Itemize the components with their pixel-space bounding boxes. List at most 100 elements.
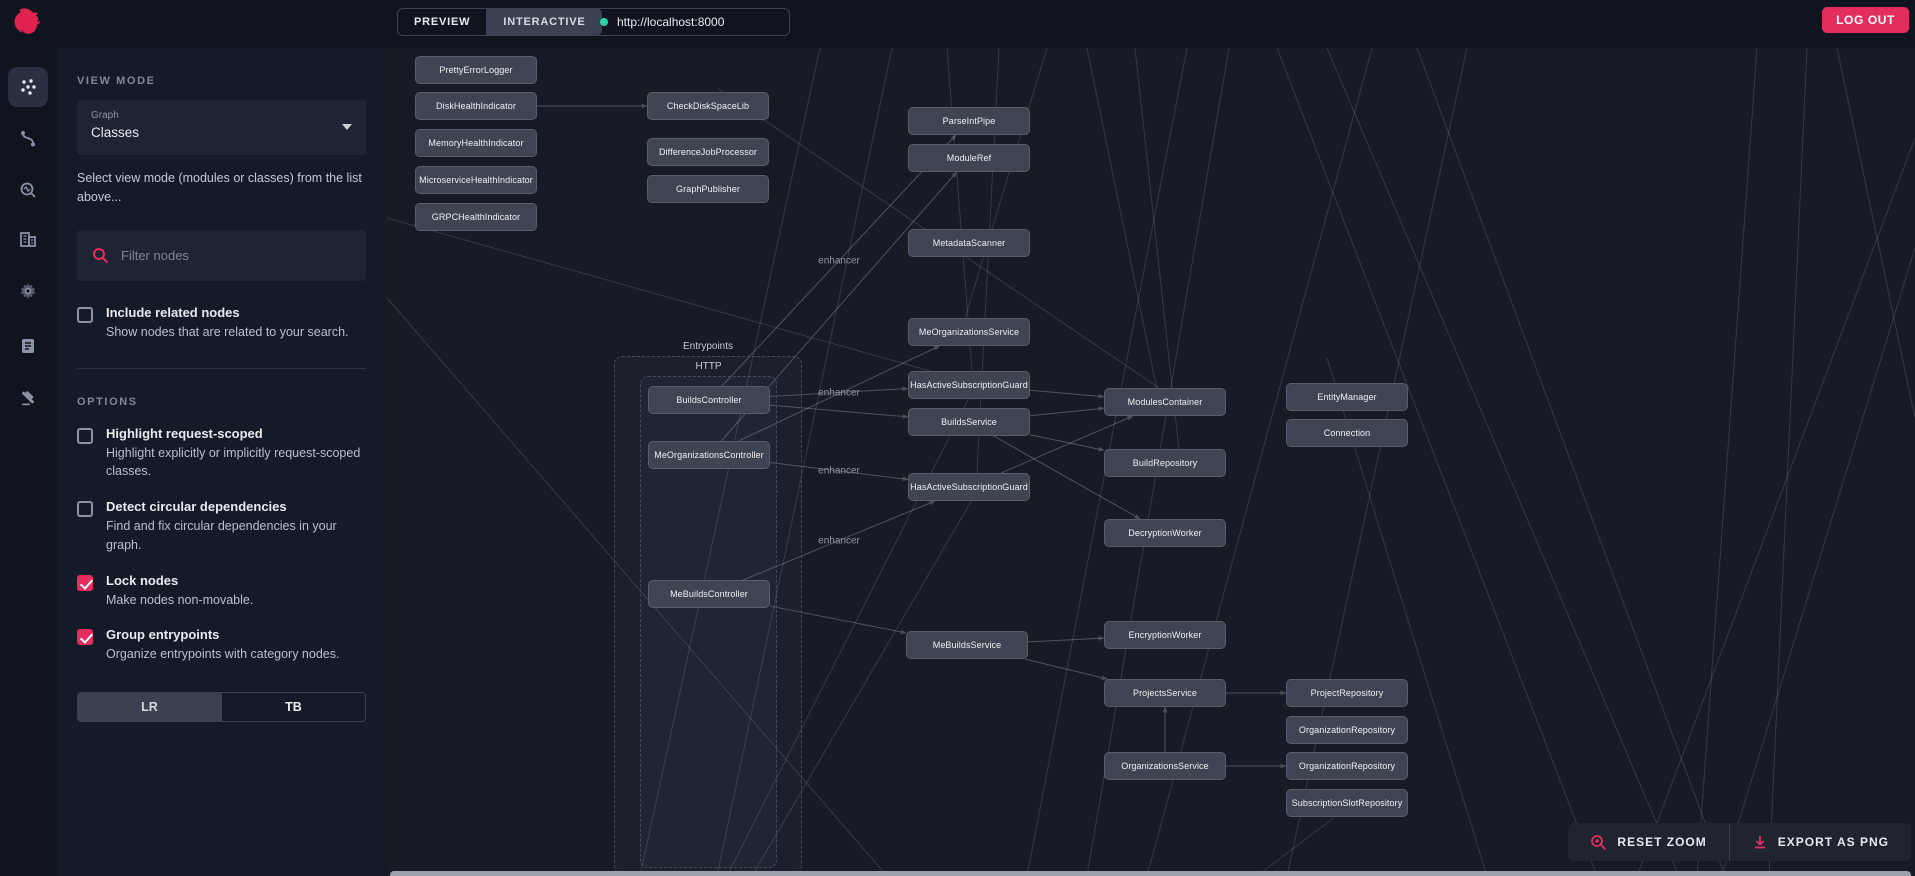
nestjs-logo: [14, 8, 41, 34]
zoom-reset-icon: [1591, 834, 1607, 850]
graph-node[interactable]: MeBuildsService: [906, 631, 1028, 659]
top-bar: PREVIEW INTERACTIVE http://localhost:800…: [0, 0, 1915, 48]
lock-nodes-checkbox[interactable]: [77, 574, 93, 591]
gavel-icon: [22, 391, 34, 406]
graph-canvas[interactable]: Entrypoints HTTP enhancer enhancer enhancer e…: [387, 48, 1915, 876]
graph-node[interactable]: HasActiveSubscriptionGuard: [908, 371, 1030, 399]
direction-lr-button[interactable]: LR: [78, 693, 221, 721]
select-value: Classes: [91, 125, 140, 140]
document-icon: [22, 339, 34, 353]
highlight-request-scoped-checkbox[interactable]: [77, 427, 93, 444]
group-entrypoints-option[interactable]: Group entrypoints Organize entrypoints w…: [77, 627, 366, 664]
edge-label: enhancer: [818, 535, 860, 546]
graph-node[interactable]: GRPCHealthIndicator: [415, 203, 537, 231]
organization-icon: [20, 232, 36, 247]
rail-item-graph-cluster[interactable]: [8, 67, 48, 107]
option-description: Find and fix circular dependencies in yo…: [106, 519, 337, 552]
graph-node[interactable]: GraphPublisher: [647, 175, 769, 203]
edge-label: enhancer: [818, 255, 860, 266]
rail-item-inspect[interactable]: [8, 171, 48, 211]
group-entrypoints-checkbox[interactable]: [77, 629, 93, 646]
edge-label: enhancer: [818, 387, 860, 398]
rail-item-settings[interactable]: [8, 271, 48, 311]
select-label: Graph: [91, 110, 119, 121]
rail-item-organization[interactable]: [8, 219, 48, 259]
graph-node[interactable]: MeOrganizationsController: [648, 441, 770, 469]
graph-node[interactable]: MeBuildsController: [648, 580, 770, 608]
rail-item-document[interactable]: [8, 326, 48, 366]
graph-node[interactable]: Connection: [1286, 419, 1408, 447]
graph-node[interactable]: DiskHealthIndicator: [415, 92, 537, 120]
graph-node[interactable]: PrettyErrorLogger: [415, 56, 537, 84]
graph-node[interactable]: EncryptionWorker: [1104, 621, 1226, 649]
option-description: Make nodes non-movable.: [106, 592, 254, 607]
lock-nodes-option[interactable]: Lock nodes Make nodes non-movable.: [77, 573, 366, 610]
graph-node[interactable]: MeOrganizationsService: [908, 318, 1030, 346]
graph-node[interactable]: MicroserviceHealthIndicator: [415, 166, 537, 194]
tab-preview[interactable]: PREVIEW: [398, 9, 486, 35]
graph-cluster-icon: [21, 79, 36, 95]
graph-node[interactable]: DifferenceJobProcessor: [647, 138, 769, 166]
graph-node[interactable]: HasActiveSubscriptionGuard: [908, 473, 1030, 501]
direction-tb-button[interactable]: TB: [221, 693, 365, 721]
download-icon: [1754, 836, 1765, 849]
rail-item-gavel[interactable]: [8, 378, 48, 418]
status-dot: [600, 18, 608, 26]
view-mode-heading: VIEW MODE: [77, 75, 156, 87]
reset-zoom-button[interactable]: RESET ZOOM: [1568, 823, 1728, 861]
export-png-label: EXPORT AS PNG: [1777, 835, 1889, 849]
graph-node[interactable]: MetadataScanner: [908, 229, 1030, 257]
canvas-action-bar: RESET ZOOM EXPORT AS PNG: [1568, 823, 1911, 861]
frame-bottom-edge: [390, 871, 1911, 876]
preview-mode-tabs: PREVIEW INTERACTIVE: [397, 8, 603, 36]
direction-toggle: LR TB: [77, 692, 366, 722]
route-icon: [21, 131, 35, 147]
detect-circular-checkbox[interactable]: [77, 501, 93, 517]
url-text: http://localhost:8000: [617, 15, 725, 29]
graph-node[interactable]: ProjectRepository: [1286, 679, 1408, 707]
include-related-checkbox[interactable]: [77, 306, 93, 323]
graph-node[interactable]: SubscriptionSlotRepository: [1286, 789, 1408, 817]
option-title: Highlight request-scoped: [106, 425, 263, 441]
graph-node[interactable]: OrganizationRepository: [1286, 752, 1408, 780]
settings-gear-icon: [20, 283, 36, 299]
graph-node[interactable]: ModulesContainer: [1104, 388, 1226, 416]
graph-node[interactable]: OrganizationRepository: [1286, 716, 1408, 744]
rail-item-route[interactable]: [8, 119, 48, 159]
reset-zoom-label: RESET ZOOM: [1617, 835, 1707, 849]
option-title: Group entrypoints: [106, 627, 220, 643]
chevron-down-icon: [342, 124, 352, 130]
url-field[interactable]: http://localhost:8000: [587, 8, 790, 36]
graph-node[interactable]: MemoryHealthIndicator: [415, 129, 537, 157]
filter-box: [77, 229, 366, 281]
group-label: Entrypoints: [682, 341, 734, 352]
graph-node[interactable]: ParseIntPipe: [908, 107, 1030, 135]
graph-node[interactable]: ProjectsService: [1104, 679, 1226, 707]
graph-mode-select[interactable]: Graph Classes: [77, 100, 366, 155]
graph-node[interactable]: ModuleRef: [908, 144, 1030, 172]
options-heading: OPTIONS: [77, 395, 138, 408]
highlight-request-scoped-option[interactable]: Highlight request-scoped Highlight expli…: [77, 426, 366, 482]
option-description: Organize entrypoints with category nodes…: [106, 647, 340, 662]
detect-circular-option[interactable]: Detect circular dependencies Find and fi…: [77, 499, 366, 555]
export-png-button[interactable]: EXPORT AS PNG: [1728, 823, 1911, 861]
group-label: HTTP: [695, 361, 722, 372]
sidebar-panel: VIEW MODE Graph Classes Select view mode…: [57, 48, 387, 876]
include-related-option[interactable]: Include related nodes Show nodes that ar…: [77, 305, 366, 342]
option-title: Include related nodes: [106, 304, 240, 320]
graph-node[interactable]: CheckDiskSpaceLib: [647, 92, 769, 120]
graph-node[interactable]: BuildRepository: [1104, 449, 1226, 477]
graph-node[interactable]: EntityManager: [1286, 383, 1408, 411]
graph-node[interactable]: BuildsController: [648, 386, 770, 414]
graph-node[interactable]: OrganizationsService: [1104, 752, 1226, 780]
filter-input[interactable]: [121, 247, 351, 263]
search-icon: [93, 247, 109, 263]
option-description: Show nodes that are related to your sear…: [106, 324, 349, 339]
logout-button[interactable]: LOG OUT: [1822, 7, 1909, 33]
option-title: Lock nodes: [106, 572, 179, 588]
edge-label: enhancer: [818, 465, 860, 477]
graph-node[interactable]: DecryptionWorker: [1104, 519, 1226, 547]
tab-interactive[interactable]: INTERACTIVE: [486, 9, 602, 35]
graph-node[interactable]: BuildsService: [908, 408, 1030, 436]
option-description: Highlight explicitly or implicitly reque…: [106, 445, 361, 479]
